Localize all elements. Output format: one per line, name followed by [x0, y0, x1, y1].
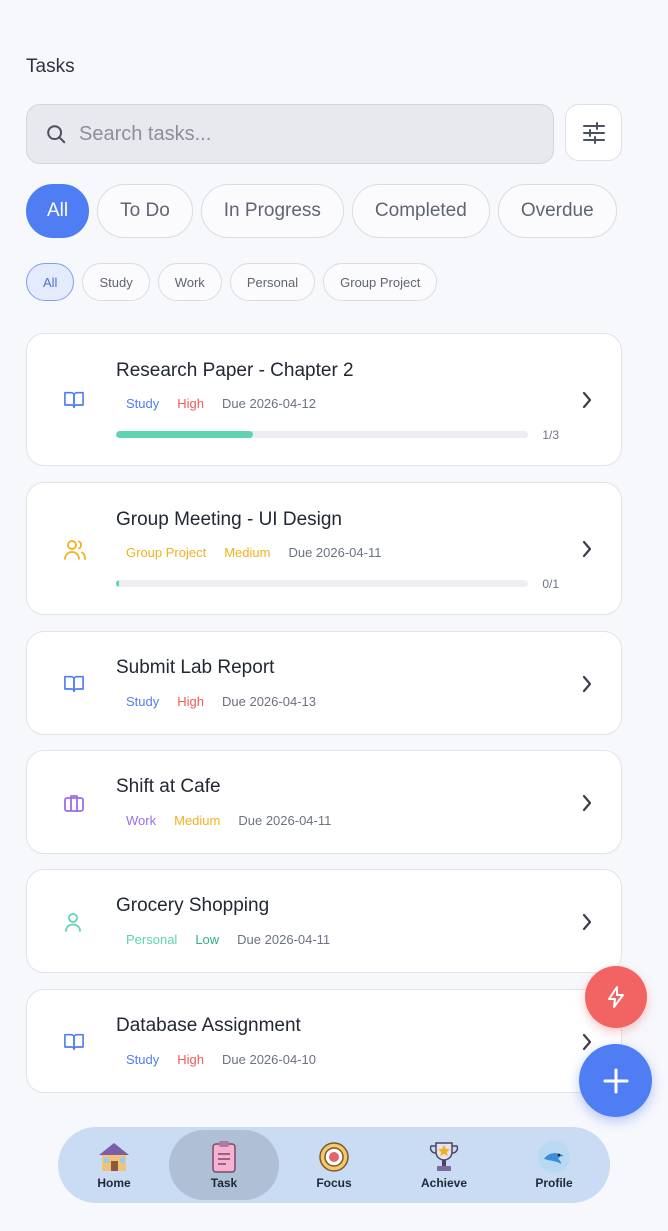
chevron-right-icon[interactable]	[581, 912, 593, 932]
search-input[interactable]	[79, 122, 499, 146]
users-icon	[64, 540, 86, 560]
plus-icon	[603, 1068, 628, 1093]
target-icon	[317, 1140, 351, 1174]
trophy-icon	[427, 1140, 461, 1174]
task-title: Submit Lab Report	[116, 657, 275, 678]
task-category: Work	[126, 813, 157, 828]
nav-label: Achieve	[420, 1176, 468, 1190]
book-icon	[64, 675, 84, 693]
filter-button[interactable]	[565, 104, 622, 161]
chevron-right-icon[interactable]	[581, 674, 593, 694]
task-priority: High	[177, 1052, 204, 1067]
nav-item-focus[interactable]: Focus	[279, 1130, 389, 1200]
task-priority: High	[177, 694, 204, 709]
task-title: Shift at Cafe	[116, 776, 221, 797]
task-card[interactable]: Database Assignment Study High Due 2026-04…	[26, 989, 622, 1093]
category-tab-personal[interactable]: Personal	[229, 263, 316, 301]
task-meta: Study High Due 2026-04-13	[126, 694, 334, 709]
task-progress-bar	[116, 431, 528, 438]
add-task-button[interactable]	[579, 1044, 652, 1117]
briefcase-icon	[64, 795, 84, 812]
nav-item-task[interactable]: Task	[169, 1130, 279, 1200]
task-meta: Group Project Medium Due 2026-04-11	[126, 545, 399, 560]
task-due-date: Due 2026-04-10	[222, 1052, 316, 1067]
nav-label: Profile	[535, 1176, 573, 1190]
status-tab-all[interactable]: All	[26, 184, 90, 238]
task-category: Study	[126, 694, 160, 709]
status-tab-todo[interactable]: To Do	[97, 184, 193, 238]
task-due-date: Due 2026-04-11	[237, 932, 331, 947]
task-card[interactable]: Submit Lab Report Study High Due 2026-04-1…	[26, 631, 622, 735]
task-due-date: Due 2026-04-13	[222, 694, 316, 709]
task-meta: Personal Low Due 2026-04-11	[126, 932, 348, 947]
task-meta: Work Medium Due 2026-04-11	[126, 813, 349, 828]
search-box[interactable]	[26, 104, 554, 164]
task-card[interactable]: Shift at Cafe Work Medium Due 2026-04-11	[26, 750, 622, 854]
category-tab-group-project[interactable]: Group Project	[323, 263, 438, 301]
bottom-navigation: Home Task Focus Achieve Profile	[58, 1127, 610, 1203]
nav-label: Focus	[316, 1176, 352, 1190]
task-due-date: Due 2026-04-12	[222, 396, 316, 411]
task-category: Group Project	[126, 545, 207, 560]
nav-item-home[interactable]: Home	[59, 1130, 169, 1200]
chevron-right-icon[interactable]	[581, 793, 593, 813]
nav-item-achieve[interactable]: Achieve	[389, 1130, 499, 1200]
task-title: Grocery Shopping	[116, 895, 270, 916]
task-priority: Low	[195, 932, 220, 947]
task-due-date: Due 2026-04-11	[288, 545, 382, 560]
bird-avatar-icon	[537, 1140, 571, 1174]
status-tab-in-progress[interactable]: In Progress	[200, 184, 344, 238]
category-tab-all[interactable]: All	[26, 263, 75, 301]
nav-item-profile[interactable]: Profile	[499, 1130, 609, 1200]
task-card[interactable]: Grocery Shopping Personal Low Due 2026-04-…	[26, 869, 622, 973]
task-meta: Study High Due 2026-04-12	[126, 396, 334, 411]
search-icon	[47, 125, 66, 144]
task-category: Study	[126, 1052, 160, 1067]
house-icon	[97, 1140, 131, 1174]
task-priority: Medium	[224, 545, 271, 560]
clipboard-icon	[207, 1140, 241, 1174]
task-card[interactable]: Group Meeting - UI Design Group Project M…	[26, 482, 622, 615]
book-icon	[64, 1033, 84, 1051]
task-category: Study	[126, 396, 160, 411]
nav-label: Task	[210, 1176, 238, 1190]
status-filter-tabs: All To Do In Progress Completed Overdue	[26, 184, 630, 240]
task-category: Personal	[126, 932, 178, 947]
task-priority: High	[177, 396, 204, 411]
sliders-icon	[582, 121, 605, 144]
task-meta: Study High Due 2026-04-10	[126, 1052, 334, 1067]
chevron-right-icon[interactable]	[581, 539, 593, 559]
category-tab-study[interactable]: Study	[82, 263, 150, 301]
status-tab-completed[interactable]: Completed	[351, 184, 490, 238]
book-icon	[64, 391, 84, 409]
task-title: Database Assignment	[116, 1015, 301, 1036]
task-progress-bar	[116, 580, 528, 587]
lightning-icon	[608, 986, 624, 1008]
status-tab-overdue[interactable]: Overdue	[497, 184, 617, 238]
category-tab-work[interactable]: Work	[157, 263, 222, 301]
quick-action-button[interactable]	[585, 966, 647, 1028]
task-title: Group Meeting - UI Design	[116, 509, 342, 530]
task-progress-count: 0/1	[542, 577, 559, 591]
task-priority: Medium	[174, 813, 221, 828]
task-card[interactable]: Research Paper - Chapter 2 Study High Due …	[26, 333, 622, 466]
page-title: Tasks	[26, 56, 75, 77]
task-due-date: Due 2026-04-11	[238, 813, 332, 828]
task-title: Research Paper - Chapter 2	[116, 360, 354, 381]
chevron-right-icon[interactable]	[581, 1032, 593, 1052]
nav-label: Home	[97, 1176, 131, 1190]
user-icon	[65, 913, 81, 932]
category-filter-tabs: All Study Work Personal Group Project	[26, 263, 445, 301]
chevron-right-icon[interactable]	[581, 390, 593, 410]
task-progress-count: 1/3	[542, 428, 559, 442]
